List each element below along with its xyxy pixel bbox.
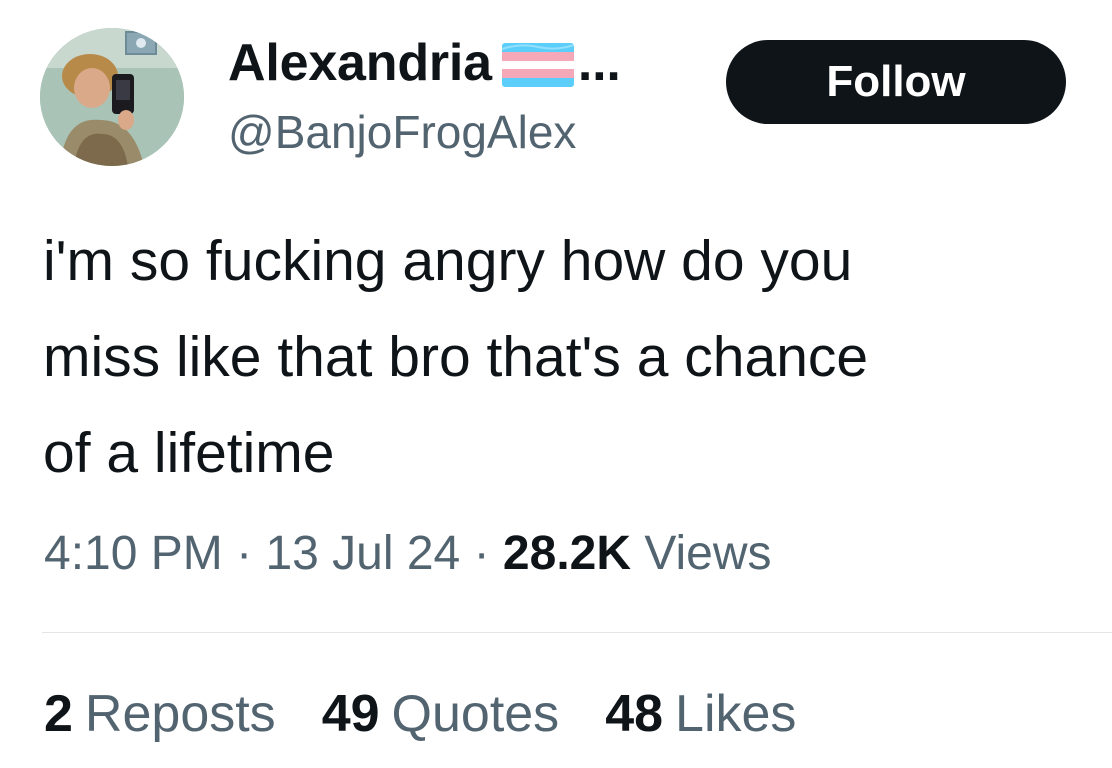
display-name[interactable]: Alexandria xyxy=(228,34,492,92)
likes-count: 48 xyxy=(605,685,664,743)
likes-stat[interactable]: 48 Likes xyxy=(605,684,796,744)
display-name-row[interactable]: Alexandria ... xyxy=(228,34,621,92)
meta-separator: · xyxy=(473,527,490,580)
reposts-stat[interactable]: 2 Reposts xyxy=(44,684,276,744)
tweet-text: i'm so fucking angry how do you miss lik… xyxy=(43,229,869,485)
reposts-count: 2 xyxy=(44,685,73,743)
meta-separator: · xyxy=(236,527,253,580)
transgender-flag-icon xyxy=(501,43,574,87)
engagement-stats: 2 Reposts 49 Quotes 48 Likes xyxy=(44,684,796,744)
author-handle[interactable]: @BanjoFrogAlex xyxy=(228,105,576,159)
views-label[interactable]: Views xyxy=(644,527,771,580)
follow-button[interactable]: Follow xyxy=(726,40,1066,124)
quotes-count: 49 xyxy=(321,685,380,743)
tweet-meta: 4:10 PM · 13 Jul 24 · 28.2K Views xyxy=(44,524,772,584)
name-truncation: ... xyxy=(577,34,621,92)
profile-photo-avatar xyxy=(40,28,184,166)
quotes-stat[interactable]: 49 Quotes xyxy=(322,684,560,744)
divider xyxy=(42,632,1112,633)
likes-label: Likes xyxy=(675,685,797,743)
author-avatar[interactable] xyxy=(40,28,184,166)
views-count[interactable]: 28.2K xyxy=(503,527,631,580)
quotes-label: Quotes xyxy=(391,685,560,743)
tweet-time[interactable]: 4:10 PM xyxy=(44,527,223,580)
reposts-label: Reposts xyxy=(84,685,276,743)
tweet-date[interactable]: 13 Jul 24 xyxy=(265,527,460,580)
tweet-card: Alexandria ... @BanjoFrogAlex Follow i'm… xyxy=(0,0,1112,768)
